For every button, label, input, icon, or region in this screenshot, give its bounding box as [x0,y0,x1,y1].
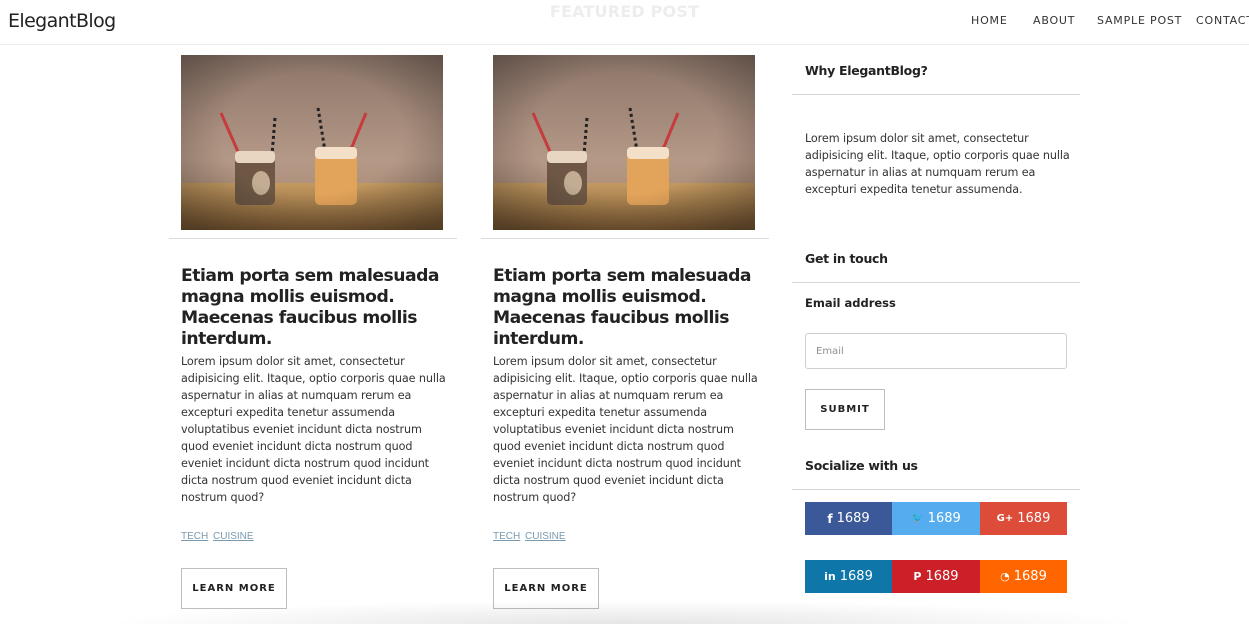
card-divider [481,238,769,239]
sidebar-divider [792,489,1080,490]
socialize-heading: Socialize with us [805,458,918,473]
sidebar-divider [792,94,1080,95]
site-header: ElegantBlog FEATURED POST HOME ABOUT SAM… [0,0,1249,45]
google-plus-icon: G+ [996,513,1014,524]
twitter-count: 1689 [927,511,961,526]
post-title[interactable]: Etiam porta sem malesuada magna mollis e… [493,266,763,350]
post-excerpt: Lorem ipsum dolor sit amet, consectetur … [181,355,446,504]
tag-link[interactable]: CUISINE [525,531,566,542]
rss-count: 1689 [1013,569,1047,584]
rss-share-button[interactable]: ◔ 1689 [980,560,1067,593]
nav-home[interactable]: HOME [971,14,1008,27]
nav-contact[interactable]: CONTACT [1196,14,1249,27]
submit-button[interactable]: SUBMIT [805,389,885,430]
learn-more-button[interactable]: LEARN MORE [493,568,599,609]
post-thumbnail[interactable] [181,55,443,230]
google-plus-count: 1689 [1017,511,1051,526]
post-excerpt: Lorem ipsum dolor sit amet, consectetur … [493,355,758,504]
tag-link[interactable]: CUISINE [213,531,254,542]
nav-about[interactable]: ABOUT [1033,14,1075,27]
linkedin-share-button[interactable]: in 1689 [805,560,892,593]
tag-link[interactable]: TECH [493,531,520,542]
tag-link[interactable]: TECH [181,531,208,542]
email-input[interactable] [805,333,1067,369]
card-divider [169,238,457,239]
post-title[interactable]: Etiam porta sem malesuada magna mollis e… [181,266,451,350]
facebook-icon: f [827,511,833,526]
twitter-share-button[interactable]: 🐦 1689 [892,502,980,535]
google-plus-share-button[interactable]: G+ 1689 [980,502,1067,535]
why-elegantblog-heading: Why ElegantBlog? [805,63,928,78]
rss-icon: ◔ [1000,570,1010,583]
post-tags: TECH CUISINE [181,531,256,542]
linkedin-count: 1689 [839,569,873,584]
facebook-count: 1689 [836,511,870,526]
learn-more-button[interactable]: LEARN MORE [181,568,287,609]
facebook-share-button[interactable]: f 1689 [805,502,892,535]
twitter-icon: 🐦 [911,513,924,524]
pinterest-count: 1689 [925,569,959,584]
pinterest-icon: P [913,570,922,583]
post-thumbnail[interactable] [493,55,755,230]
get-in-touch-heading: Get in touch [805,251,888,266]
post-tags: TECH CUISINE [493,531,568,542]
sidebar-divider [792,282,1080,283]
why-elegantblog-text: Lorem ipsum dolor sit amet, consectetur … [805,132,1070,196]
email-label: Email address [805,296,896,310]
pinterest-share-button[interactable]: P 1689 [892,560,980,593]
nav-sample-post[interactable]: SAMPLE POST [1097,14,1182,27]
linkedin-icon: in [824,570,836,583]
